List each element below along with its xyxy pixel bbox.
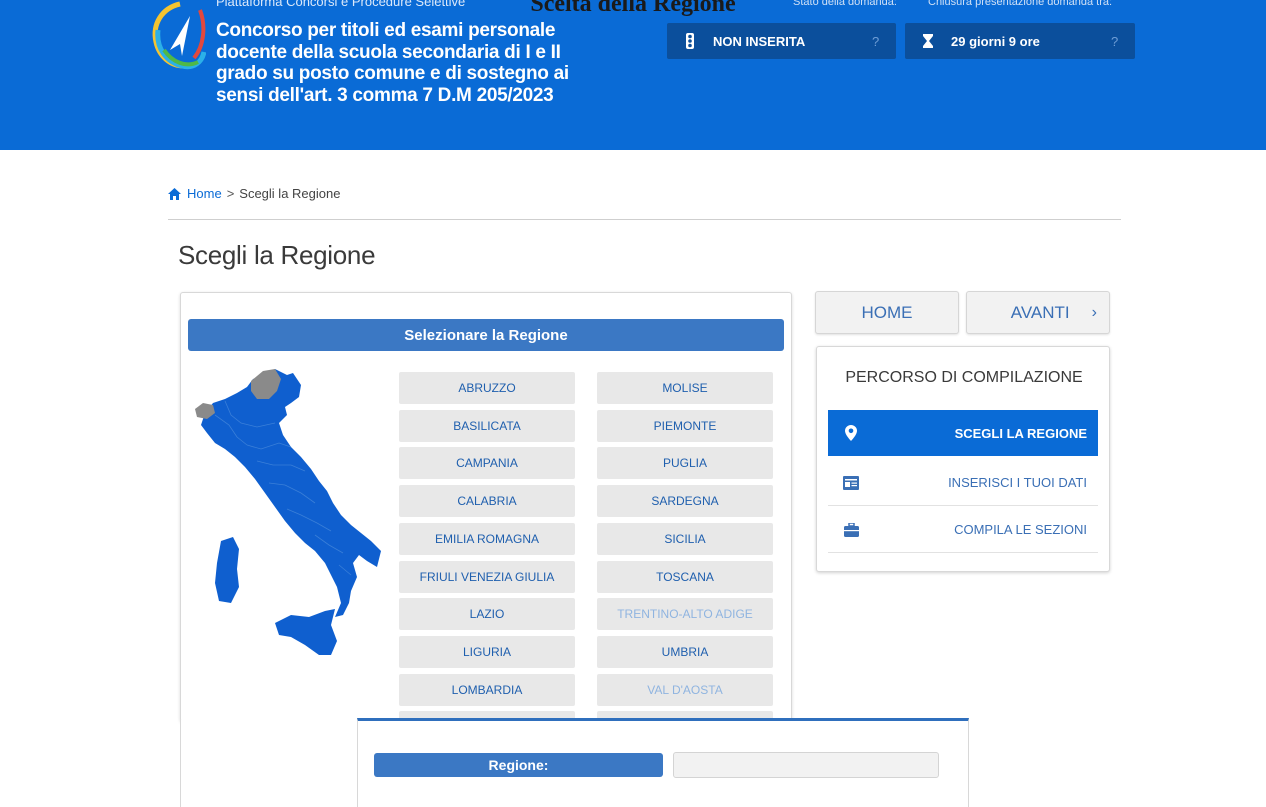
region-button[interactable]: PIEMONTE [597, 410, 773, 442]
region-selection-panel: Selezionare la Regione ABRUZZO BASILICATA… [180, 292, 792, 722]
step-label: SCEGLI LA REGIONE [954, 425, 1087, 441]
next-button[interactable]: AVANTI › [966, 291, 1110, 334]
region-button[interactable]: PUGLIA [597, 447, 773, 479]
breadcrumb-current: Scegli la Regione [239, 186, 341, 201]
status-help-icon[interactable]: ? [872, 34, 886, 49]
region-button[interactable]: CALABRIA [399, 485, 575, 517]
deadline-help-icon[interactable]: ? [1111, 34, 1125, 49]
region-button[interactable]: LAZIO [399, 598, 575, 630]
region-button[interactable]: EMILIA ROMAGNA [399, 523, 575, 555]
chevron-right-icon: › [1091, 303, 1097, 321]
steps-panel: PERCORSO DI COMPILAZIONE SCEGLI LA REGIO… [816, 346, 1110, 572]
region-button[interactable]: VAL D'AOSTA [597, 674, 773, 706]
deadline-box: 29 giorni 9 ore ? [905, 23, 1135, 59]
breadcrumb-divider [168, 219, 1121, 220]
region-button[interactable]: TRENTINO-ALTO ADIGE [597, 598, 773, 630]
home-icon[interactable] [168, 187, 181, 200]
traffic-light-icon [681, 33, 699, 49]
region-button[interactable]: SICILIA [597, 523, 773, 555]
steps-title: PERCORSO DI COMPILAZIONE [845, 369, 1083, 386]
region-button[interactable]: MOLISE [597, 372, 773, 404]
breadcrumb-separator: > [226, 186, 235, 201]
step-label: COMPILA LE SEZIONI [954, 522, 1087, 537]
panel-heading: Selezionare la Regione [188, 319, 784, 351]
step-fill-sections[interactable]: COMPILA LE SEZIONI [828, 507, 1098, 553]
breadcrumb: Home > Scegli la Regione [168, 186, 340, 201]
italy-map[interactable] [195, 365, 381, 665]
home-button-label: HOME [861, 302, 913, 322]
competition-title: Concorso per titoli ed esami personale d… [216, 20, 569, 106]
step-choose-region[interactable]: SCEGLI LA REGIONE [828, 410, 1098, 456]
briefcase-icon [841, 522, 861, 537]
breadcrumb-home-link[interactable]: Home [187, 186, 222, 201]
map-pin-icon [841, 425, 861, 441]
step-label: INSERISCI I TUOI DATI [948, 475, 1087, 490]
sicily-shape[interactable] [275, 609, 337, 655]
sardinia-shape[interactable] [215, 537, 239, 603]
region-button[interactable]: CAMPANIA [399, 447, 575, 479]
step-enter-data[interactable]: INSERISCI I TUOI DATI [828, 460, 1098, 506]
application-status-value: NON INSERITA [713, 33, 806, 49]
region-button[interactable]: ABRUZZO [399, 372, 575, 404]
application-status-box: NON INSERITA ? [667, 23, 896, 59]
region-form-label: Regione: [374, 753, 663, 777]
deadline-value: 29 giorni 9 ore [951, 33, 1040, 49]
next-button-label: AVANTI [1010, 302, 1070, 322]
region-value-field[interactable] [673, 752, 939, 778]
page-title: Scegli la Regione [178, 240, 376, 270]
hourglass-icon [919, 34, 937, 48]
home-button[interactable]: HOME [815, 291, 959, 334]
region-button[interactable]: SARDEGNA [597, 485, 773, 517]
region-button[interactable]: LOMBARDIA [399, 674, 575, 706]
region-button[interactable]: FRIULI VENEZIA GIULIA [399, 561, 575, 593]
region-button[interactable]: LIGURIA [399, 636, 575, 668]
region-button[interactable]: TOSCANA [597, 561, 773, 593]
region-button[interactable]: UMBRIA [597, 636, 773, 668]
region-button[interactable]: BASILICATA [399, 410, 575, 442]
app-header: Piattaforma Concorsi e Procedure Seletti… [0, 0, 1266, 150]
id-card-icon [841, 475, 861, 490]
overlay-title: Scelta della Regione [530, 0, 736, 17]
